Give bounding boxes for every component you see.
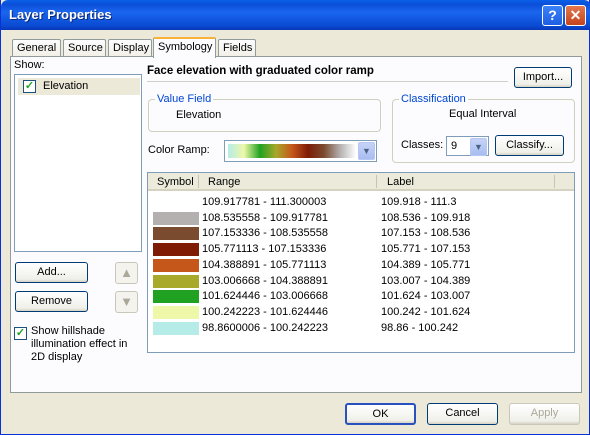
table-row[interactable]: 105.771113 - 107.153336 105.771 - 107.153 xyxy=(148,242,574,257)
classes-select[interactable]: 9 ▼ xyxy=(446,136,489,156)
label-cell[interactable]: 108.536 - 109.918 xyxy=(381,212,470,224)
show-label: Show: xyxy=(14,59,45,71)
label-cell[interactable]: 107.153 - 108.536 xyxy=(381,227,470,239)
range-cell[interactable]: 98.8600006 - 100.242223 xyxy=(202,322,328,334)
title-bar[interactable]: Layer Properties ? ✕ xyxy=(1,0,590,30)
range-cell[interactable]: 100.242223 - 101.624446 xyxy=(202,306,328,318)
table-row[interactable]: 103.006668 - 104.388891 103.007 - 104.389 xyxy=(148,274,574,289)
table-row[interactable]: 109.917781 - 111.300003 109.918 - 111.3 xyxy=(148,195,574,210)
color-ramp-preview xyxy=(228,144,356,158)
color-ramp-label: Color Ramp: xyxy=(148,144,210,156)
color-ramp-select[interactable]: ▼ xyxy=(224,140,377,162)
ok-button[interactable]: OK xyxy=(345,403,416,425)
classes-label: Classes: xyxy=(401,139,444,151)
symbol-swatch[interactable] xyxy=(153,227,199,241)
checkbox-elevation[interactable]: ✓ xyxy=(23,80,36,93)
value-field-value: Elevation xyxy=(176,109,222,121)
range-cell[interactable]: 104.388891 - 105.771113 xyxy=(202,259,326,271)
remove-button[interactable]: Remove xyxy=(15,291,88,312)
table-row[interactable]: 107.153336 - 108.535558 107.153 - 108.536 xyxy=(148,226,574,241)
table-header: Symbol Range Label xyxy=(148,173,574,191)
range-cell[interactable]: 109.917781 - 111.300003 xyxy=(202,196,326,208)
tab-display[interactable]: Display xyxy=(108,39,152,57)
layer-properties-dialog: Layer Properties ? ✕ General Source Disp… xyxy=(0,0,590,435)
symbol-swatch[interactable] xyxy=(153,305,199,319)
range-cell[interactable]: 101.624446 - 103.006668 xyxy=(202,290,328,302)
symbol-swatch[interactable] xyxy=(153,196,199,209)
hillshade-checkbox[interactable]: ✓ xyxy=(14,327,27,340)
header-label[interactable]: Label xyxy=(387,176,414,188)
chevron-down-icon[interactable]: ▼ xyxy=(358,142,375,160)
label-cell[interactable]: 100.242 - 101.624 xyxy=(381,306,470,318)
value-field-title: Value Field xyxy=(155,93,214,105)
table-row[interactable]: 98.8600006 - 100.242223 98.86 - 100.242 xyxy=(148,321,574,336)
symbology-panel: Show: ✓ Elevation Add... ▲ Remove ▼ ✓ Sh… xyxy=(10,56,582,393)
table-row[interactable]: 101.624446 - 103.006668 101.624 - 103.007 xyxy=(148,289,574,304)
window-title: Layer Properties xyxy=(9,7,112,22)
symbol-swatch[interactable] xyxy=(153,258,199,272)
symbol-swatch[interactable] xyxy=(153,243,199,257)
range-cell[interactable]: 108.535558 - 109.917781 xyxy=(202,212,328,224)
label-cell[interactable]: 103.007 - 104.389 xyxy=(381,275,470,287)
move-up-button[interactable]: ▲ xyxy=(115,262,138,284)
table-row[interactable]: 100.242223 - 101.624446 100.242 - 101.624 xyxy=(148,305,574,320)
classification-title: Classification xyxy=(399,93,468,105)
symbol-swatch[interactable] xyxy=(153,274,199,288)
symbol-swatch[interactable] xyxy=(153,321,199,335)
apply-button[interactable]: Apply xyxy=(509,403,580,425)
classes-value: 9 xyxy=(451,140,458,152)
show-list[interactable]: ✓ Elevation xyxy=(14,74,142,252)
add-button[interactable]: Add... xyxy=(15,262,88,283)
table-row[interactable]: 104.388891 - 105.771113 104.389 - 105.771 xyxy=(148,258,574,273)
header-symbol[interactable]: Symbol xyxy=(157,176,194,188)
hillshade-label: Show hillshade illumination effect in 2D… xyxy=(31,325,128,363)
show-item-elevation[interactable]: ✓ Elevation xyxy=(18,78,140,95)
label-cell[interactable]: 101.624 - 103.007 xyxy=(381,290,470,302)
label-cell[interactable]: 109.918 - 111.3 xyxy=(381,196,456,208)
range-cell[interactable]: 107.153336 - 108.535558 xyxy=(202,227,328,239)
show-item-label: Elevation xyxy=(43,80,89,92)
column-divider[interactable] xyxy=(554,175,555,188)
classify-button[interactable]: Classify... xyxy=(495,135,564,156)
import-button[interactable]: Import... xyxy=(514,67,572,88)
header-range[interactable]: Range xyxy=(208,176,240,188)
range-cell[interactable]: 105.771113 - 107.153336 xyxy=(202,243,326,255)
tab-symbology[interactable]: Symbology xyxy=(153,37,216,58)
symbol-swatch[interactable] xyxy=(153,211,199,225)
tab-source[interactable]: Source xyxy=(63,39,106,57)
move-down-button[interactable]: ▼ xyxy=(115,291,138,313)
value-field-group: Value Field Elevation xyxy=(148,93,381,132)
chevron-down-icon[interactable]: ▼ xyxy=(470,138,487,156)
label-cell[interactable]: 104.389 - 105.771 xyxy=(381,259,470,271)
symbology-description: Face elevation with graduated color ramp xyxy=(147,65,508,82)
label-cell[interactable]: 98.86 - 100.242 xyxy=(381,322,458,334)
column-divider[interactable] xyxy=(376,175,377,188)
classes-table[interactable]: Symbol Range Label 109.917781 - 111.3000… xyxy=(147,172,575,353)
help-button[interactable]: ? xyxy=(542,5,563,26)
arrow-up-icon: ▲ xyxy=(120,265,133,280)
classification-method: Equal Interval xyxy=(449,108,517,120)
column-divider[interactable] xyxy=(198,175,199,188)
symbol-swatch[interactable] xyxy=(153,290,199,304)
tab-general[interactable]: General xyxy=(12,39,61,57)
label-cell[interactable]: 105.771 - 107.153 xyxy=(381,243,470,255)
close-button[interactable]: ✕ xyxy=(565,5,586,26)
cancel-button[interactable]: Cancel xyxy=(427,403,498,425)
range-cell[interactable]: 103.006668 - 104.388891 xyxy=(202,275,328,287)
table-row[interactable]: 108.535558 - 109.917781 108.536 - 109.918 xyxy=(148,211,574,226)
tab-fields[interactable]: Fields xyxy=(218,39,256,57)
arrow-down-icon: ▼ xyxy=(120,294,133,309)
